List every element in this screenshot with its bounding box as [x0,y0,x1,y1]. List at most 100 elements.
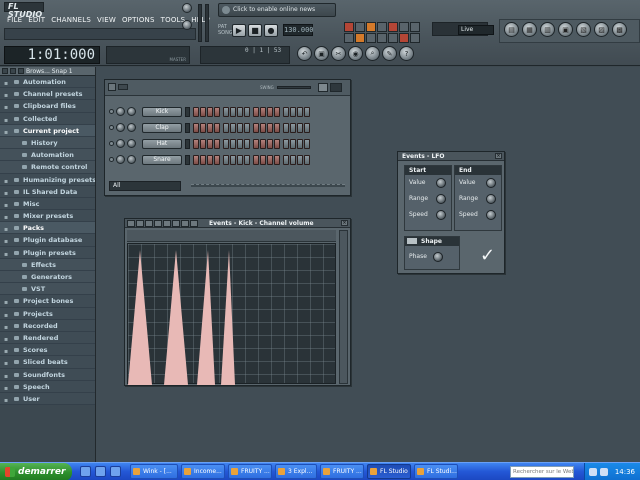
step-button[interactable] [267,106,273,117]
browser-item[interactable]: ▪ Recorded [0,319,95,332]
play-button[interactable]: ▶ [232,23,246,37]
start-range-knob[interactable] [436,194,446,204]
automation-graph[interactable] [127,243,336,385]
browser-item[interactable]: ▪ Current project [0,124,95,137]
close-icon[interactable]: × [495,153,502,159]
channel-volume-knob[interactable] [127,155,136,164]
start-button[interactable]: demarrer [0,463,72,480]
typing-keyboard-icon[interactable] [410,22,420,32]
step-button[interactable] [244,138,250,149]
render-button[interactable]: ◉ [348,46,363,61]
menu-options[interactable]: OPTIONS [119,14,158,26]
taskbar-task[interactable]: Wink - [... [130,464,178,479]
step-button[interactable] [274,138,280,149]
step-button[interactable] [283,138,289,149]
channel-volume-knob[interactable] [127,123,136,132]
step-button[interactable] [267,154,273,165]
step-button[interactable] [223,122,229,133]
browser-item[interactable]: VST [0,283,95,296]
start-speed-knob[interactable] [436,210,446,220]
step-button[interactable] [260,122,266,133]
pattern-icon[interactable] [355,33,365,43]
channel-filter-select[interactable]: All [109,181,181,191]
pattern-song-switch[interactable]: PAT SONG [218,24,233,36]
ss-graph-icon[interactable] [330,83,342,92]
browser-item[interactable]: ▪ Misc [0,197,95,211]
step-button[interactable] [200,154,206,165]
step-button[interactable] [290,138,296,149]
brush-icon[interactable] [136,220,144,227]
browser-item[interactable]: ▪ Channel presets [0,88,95,101]
channel-name-button[interactable]: Clap [142,122,182,133]
expand-icon[interactable]: ▪ [4,310,8,319]
step-button[interactable] [260,154,266,165]
time-display[interactable]: 1:01:000 [4,46,100,64]
online-news-button[interactable]: Click to enable online news [218,3,336,17]
end-speed-knob[interactable] [486,210,496,220]
expand-icon[interactable]: ▪ [4,334,8,343]
step-button[interactable] [214,154,220,165]
browser-pin-icon[interactable] [18,68,24,74]
step-button[interactable] [253,106,259,117]
pencil-icon[interactable] [127,220,135,227]
expand-icon[interactable]: ▪ [4,297,8,306]
step-button[interactable] [230,138,236,149]
countdown-icon[interactable] [366,22,376,32]
channel-name-button[interactable]: Snare [142,154,182,165]
piano-roll-button[interactable]: ▥ [540,22,555,37]
browser-menu-icon[interactable] [10,68,16,74]
step-button[interactable] [283,154,289,165]
playlist-button[interactable]: ▤ [504,22,519,37]
step-button[interactable] [244,122,250,133]
step-button[interactable] [237,106,243,117]
step-button[interactable] [207,106,213,117]
channel-volume-knob[interactable] [127,107,136,116]
step-button[interactable] [304,138,310,149]
step-button[interactable] [290,122,296,133]
step-button[interactable] [223,106,229,117]
step-button[interactable] [253,154,259,165]
plugin-picker-button[interactable]: ▨ [594,22,609,37]
metronome-icon[interactable] [344,22,354,32]
browser-item[interactable]: ▪ Packs [0,222,95,235]
expand-icon[interactable]: ▪ [4,78,8,87]
browser-item[interactable]: History [0,136,95,150]
expand-icon[interactable]: ▪ [4,358,8,367]
master-pitch-slider[interactable] [205,4,209,42]
channel-pan-knob[interactable] [116,123,125,132]
pat-icon[interactable] [377,33,387,43]
browser-item[interactable]: ▪ Collected [0,112,95,125]
zoom-icon[interactable] [172,220,180,227]
main-volume-knob[interactable] [182,3,192,13]
step-button[interactable] [237,138,243,149]
channel-mute-led[interactable] [109,109,114,114]
step-button[interactable] [274,154,280,165]
swing-slider[interactable] [277,86,311,89]
record-mode-icon[interactable] [399,33,409,43]
channel-mute-led[interactable] [109,157,114,162]
browser-item[interactable]: ▪ IL Shared Data [0,185,95,198]
network-icon[interactable] [589,468,597,476]
output-selector[interactable]: Live [458,25,494,35]
expand-icon[interactable]: ▪ [4,102,8,111]
step-button[interactable] [244,154,250,165]
channel-name-button[interactable]: Kick [142,106,182,117]
channel-volume-knob[interactable] [127,139,136,148]
magic-button[interactable]: ✎ [382,46,397,61]
expand-icon[interactable]: ▪ [4,383,8,392]
delete-icon[interactable] [145,220,153,227]
browser-item[interactable]: ▪ Scores [0,344,95,357]
web-search-input[interactable]: Rechercher sur le Web [510,466,574,478]
step-button[interactable] [193,122,199,133]
browser-item[interactable]: ▪ Sliced beats [0,356,95,369]
accept-button[interactable]: ✓ [480,247,495,265]
browser-item[interactable]: ▪ Automation [0,76,95,89]
media-launch-icon[interactable] [110,466,121,477]
step-button[interactable] [304,106,310,117]
help-button[interactable]: ? [399,46,414,61]
select-icon[interactable] [163,220,171,227]
step-button[interactable] [267,138,273,149]
step-button[interactable] [297,106,303,117]
pattern-scroll[interactable] [191,184,345,187]
mixer-button[interactable]: ▧ [576,22,591,37]
